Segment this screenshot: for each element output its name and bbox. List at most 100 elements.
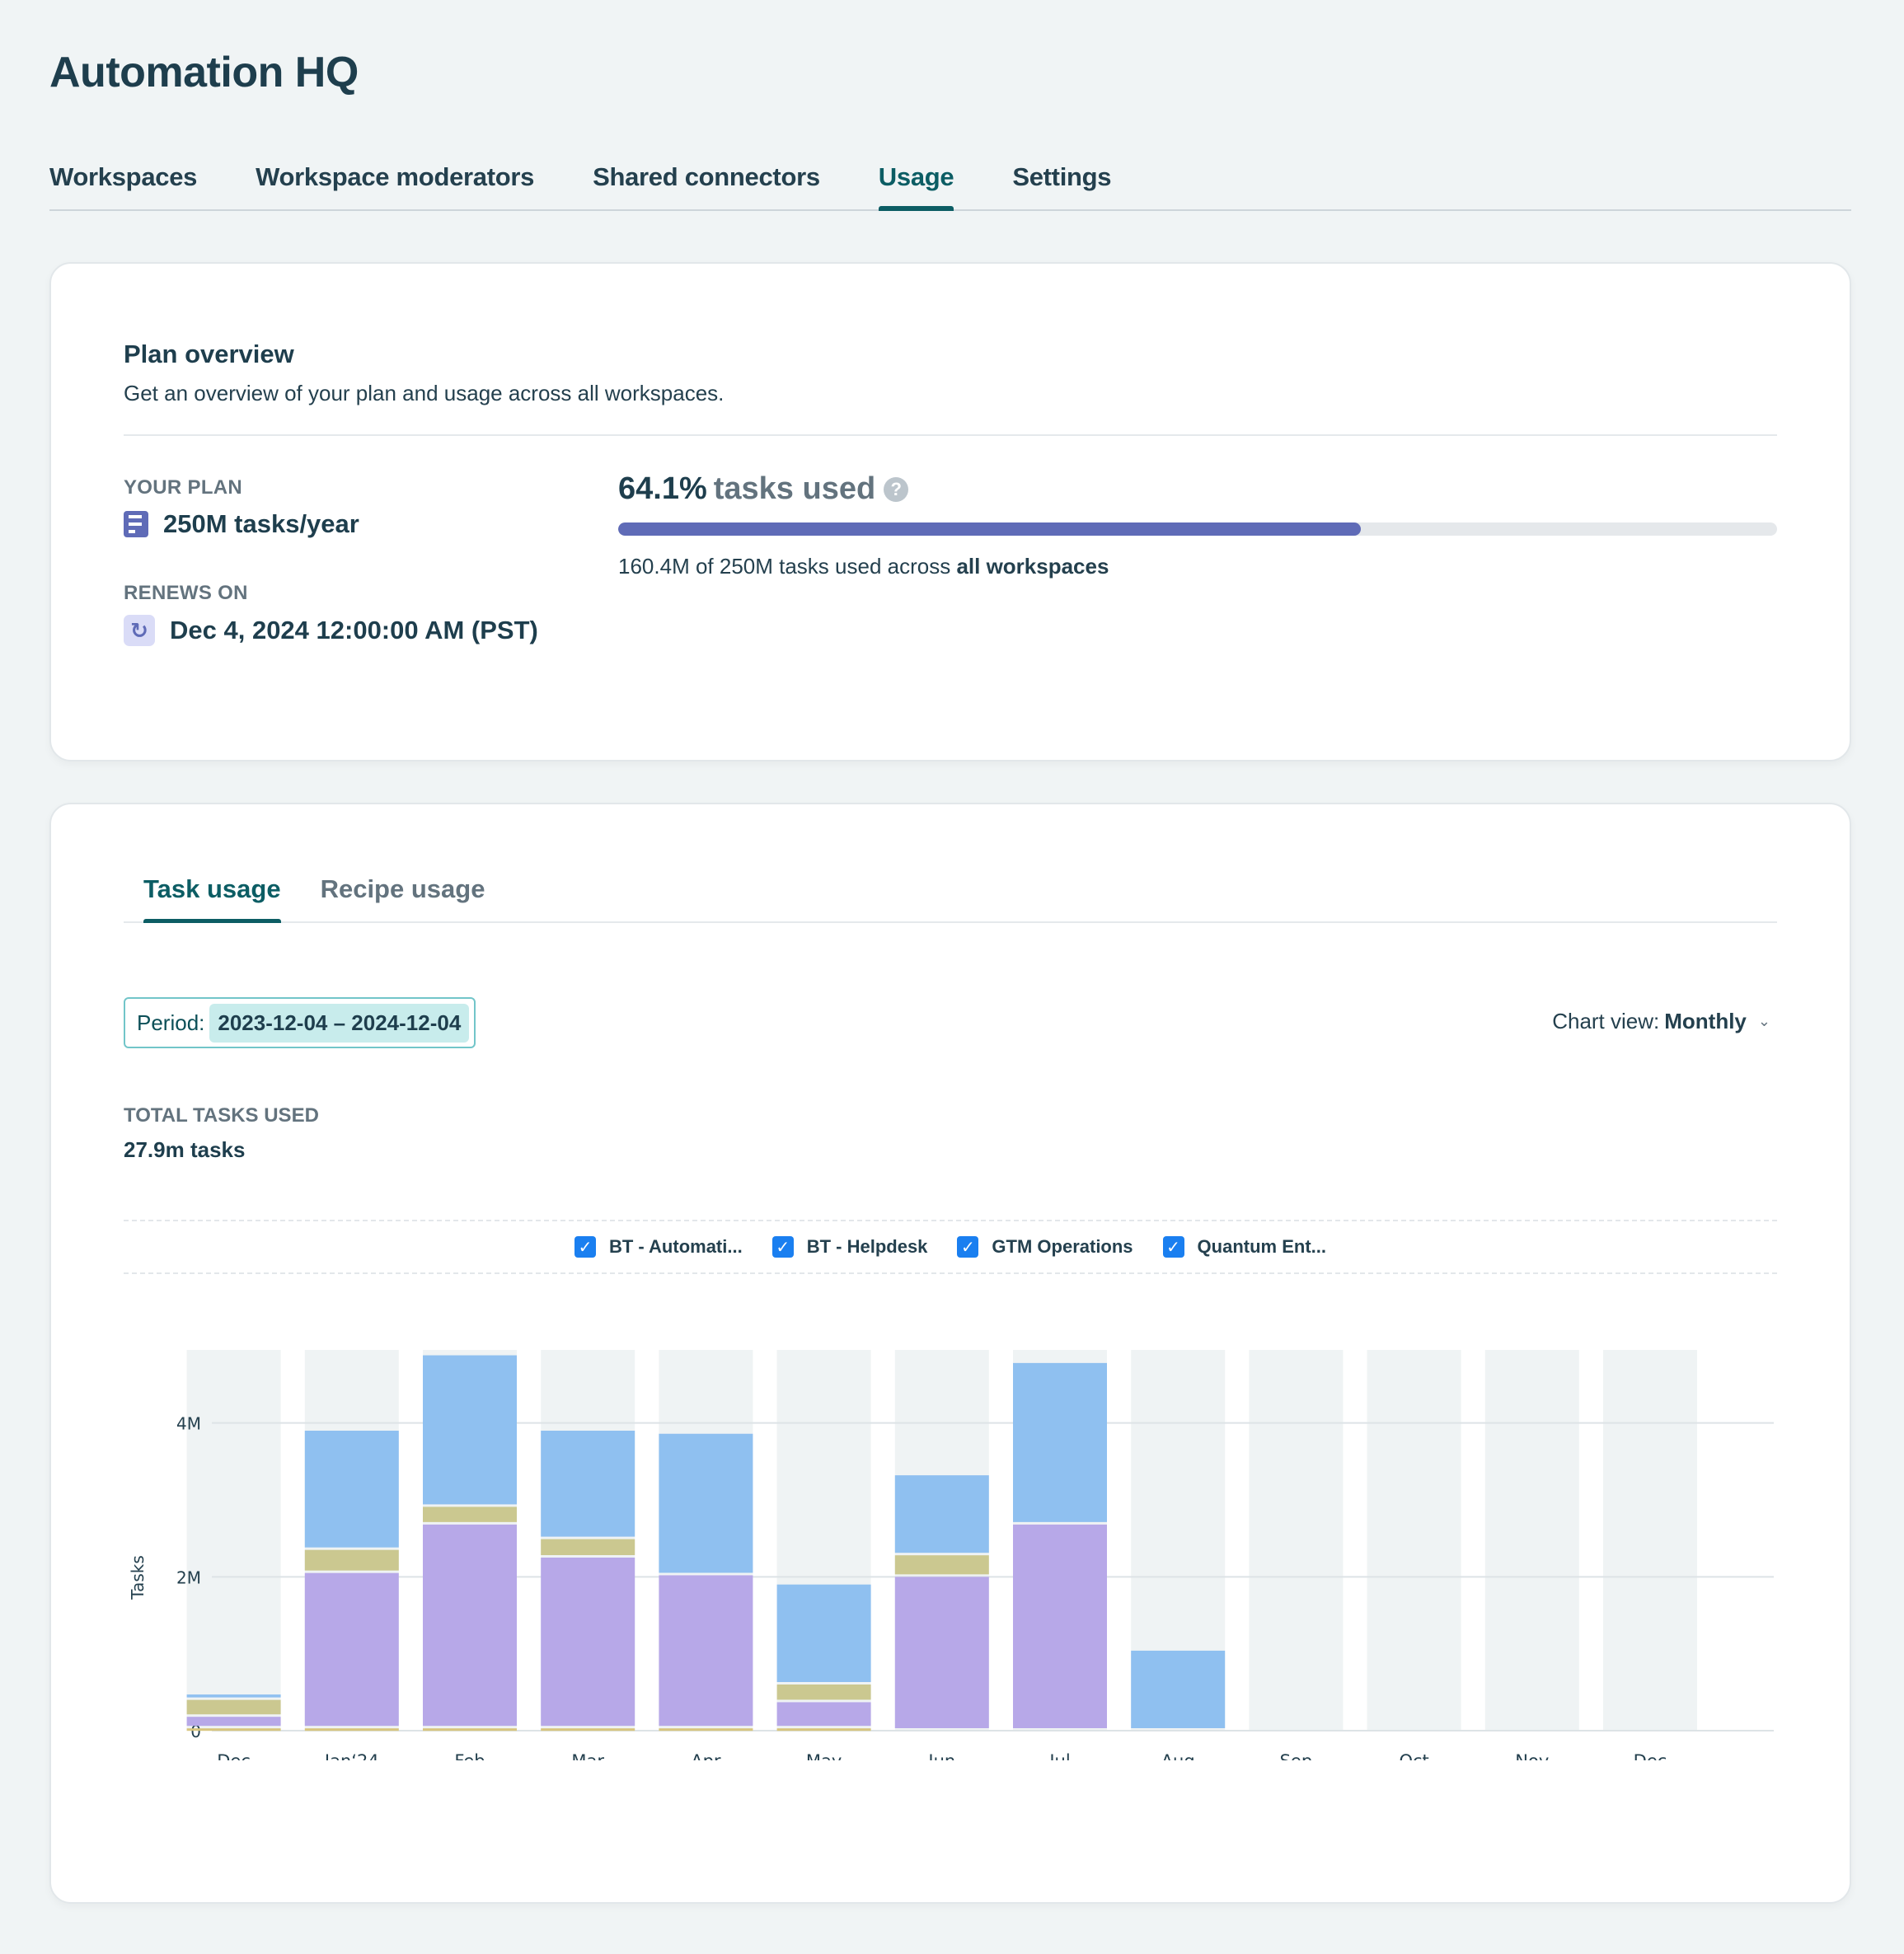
bar-segment-series-purple xyxy=(659,1575,753,1727)
bar-segment-series-purple xyxy=(423,1524,517,1727)
x-tick-label: Dec xyxy=(217,1751,251,1760)
bar-segment-series-purple xyxy=(776,1702,871,1727)
bar-segment-series-blue xyxy=(1013,1362,1107,1522)
renews-on-label: RENEWS ON xyxy=(124,582,248,604)
usage-card: Task usage Recipe usage Period: 2023-12-… xyxy=(49,803,1851,1904)
bar-segment-series-blue xyxy=(541,1431,635,1537)
bar-segment-series-purple xyxy=(894,1577,989,1728)
your-plan-label: YOUR PLAN xyxy=(124,476,243,499)
page-title: Automation HQ xyxy=(49,49,359,96)
bar-segment-series-gold xyxy=(304,1728,399,1731)
total-tasks-value: 27.9m tasks xyxy=(124,1137,246,1162)
tab-workspace-moderators[interactable]: Workspace moderators xyxy=(256,157,534,209)
x-tick-label: Jun xyxy=(926,1751,955,1760)
bar-segment-series-purple xyxy=(541,1558,635,1727)
task-usage-chart: 02M4MTasksDecJan‘24FebMarAprMayJunJulAug… xyxy=(128,1350,1774,1760)
usage-progress-bar xyxy=(618,522,1777,536)
x-tick-label: Aug xyxy=(1161,1751,1195,1760)
x-tick-label: Apr xyxy=(691,1751,721,1760)
plan-overview-title: Plan overview xyxy=(124,340,294,368)
bar-segment-series-blue xyxy=(1131,1650,1226,1728)
usage-word: tasks used xyxy=(713,471,876,506)
tab-task-usage[interactable]: Task usage xyxy=(143,867,281,923)
total-tasks-label: TOTAL TASKS USED xyxy=(124,1104,319,1127)
tab-shared-connectors[interactable]: Shared connectors xyxy=(593,157,820,209)
renews-date-text: Dec 4, 2024 12:00:00 AM (PST) xyxy=(170,616,538,644)
bar-segment-series-blue xyxy=(423,1355,517,1505)
bar-segment-series-khaki xyxy=(423,1507,517,1522)
x-tick-label: Oct xyxy=(1399,1751,1428,1760)
bar-segment-series-blue xyxy=(659,1433,753,1573)
tab-usage[interactable]: Usage xyxy=(878,157,954,211)
chart-view-value: Monthly xyxy=(1664,1009,1747,1033)
refresh-icon: ↻ xyxy=(124,615,155,646)
main-tabs: Workspaces Workspace moderators Shared c… xyxy=(49,157,1851,211)
checkbox-checked-icon[interactable]: ✓ xyxy=(1162,1236,1184,1258)
usage-tabs: Task usage Recipe usage xyxy=(124,867,1777,923)
renews-on-value: ↻ Dec 4, 2024 12:00:00 AM (PST) xyxy=(124,615,538,646)
bar-background-column xyxy=(1603,1350,1697,1731)
legend-label: BT - Automati... xyxy=(608,1236,743,1257)
usage-progress-fill xyxy=(618,522,1362,536)
bar-segment-series-gold xyxy=(659,1728,753,1731)
bar-segment-series-gold xyxy=(776,1728,871,1731)
x-tick-label: Dec xyxy=(1634,1751,1667,1760)
y-axis-label: Tasks xyxy=(128,1555,148,1600)
bar-background-column xyxy=(1367,1350,1461,1731)
x-tick-label: Jul xyxy=(1048,1751,1070,1760)
legend-item[interactable]: ✓ BT - Helpdesk xyxy=(771,1236,928,1258)
bar-background-column xyxy=(1249,1350,1344,1731)
bar-segment-series-blue xyxy=(894,1475,989,1553)
bar-segment-series-gold xyxy=(186,1728,281,1731)
legend-label: BT - Helpdesk xyxy=(806,1236,928,1257)
y-tick-label: 2M xyxy=(176,1567,201,1587)
plan-document-icon xyxy=(124,511,148,537)
bar-background-column xyxy=(186,1350,281,1731)
bar-segment-series-khaki xyxy=(541,1539,635,1555)
legend-item[interactable]: ✓ BT - Automati... xyxy=(574,1236,743,1258)
usage-detail-text: 160.4M of 250M tasks used across xyxy=(618,554,951,579)
bar-background-column xyxy=(1484,1350,1579,1731)
bar-segment-series-purple xyxy=(304,1572,399,1727)
legend-item[interactable]: ✓ GTM Operations xyxy=(957,1236,1133,1258)
legend-label: Quantum Ent... xyxy=(1197,1236,1326,1257)
plan-overview-card: Plan overview Get an overview of your pl… xyxy=(49,262,1851,761)
period-label: Period: xyxy=(137,1010,205,1035)
period-range: 2023-12-04 – 2024-12-04 xyxy=(209,1003,470,1043)
tab-workspaces[interactable]: Workspaces xyxy=(49,157,197,209)
tab-settings[interactable]: Settings xyxy=(1012,157,1111,209)
period-selector[interactable]: Period: 2023-12-04 – 2024-12-04 xyxy=(124,997,476,1048)
bar-segment-series-gold xyxy=(423,1728,517,1731)
bar-segment-series-blue xyxy=(776,1584,871,1682)
legend-item[interactable]: ✓ Quantum Ent... xyxy=(1162,1236,1326,1258)
bar-segment-series-khaki xyxy=(186,1699,281,1715)
chart-legend: ✓ BT - Automati... ✓ BT - Helpdesk ✓ GTM… xyxy=(124,1220,1777,1274)
bar-segment-series-purple xyxy=(186,1717,281,1727)
bar-segment-series-khaki xyxy=(304,1549,399,1571)
checkbox-checked-icon[interactable]: ✓ xyxy=(771,1236,794,1258)
bar-segment-series-blue xyxy=(304,1431,399,1548)
legend-label: GTM Operations xyxy=(992,1236,1133,1257)
chart-view-label: Chart view: xyxy=(1552,1009,1660,1033)
usage-detail: 160.4M of 250M tasks used across all wor… xyxy=(618,554,1109,579)
chart-view-dropdown[interactable]: Chart view: Monthly ⌄ xyxy=(1552,1009,1770,1034)
bar-segment-series-purple xyxy=(1013,1524,1107,1728)
plan-value-text: 250M tasks/year xyxy=(163,509,359,538)
divider xyxy=(124,434,1777,436)
x-tick-label: Sep xyxy=(1280,1751,1313,1760)
x-tick-label: Mar xyxy=(571,1751,604,1760)
bar-segment-series-khaki xyxy=(894,1555,989,1575)
bar-segment-series-gold xyxy=(541,1728,635,1731)
usage-headline: 64.1% tasks used ? xyxy=(618,471,909,507)
chevron-down-icon: ⌄ xyxy=(1757,1013,1770,1029)
your-plan-value: 250M tasks/year xyxy=(124,509,359,539)
checkbox-checked-icon[interactable]: ✓ xyxy=(574,1236,596,1258)
x-tick-label: Nov xyxy=(1515,1751,1549,1760)
usage-detail-scope: all workspaces xyxy=(956,554,1109,579)
question-circle-icon[interactable]: ? xyxy=(884,476,909,502)
checkbox-checked-icon[interactable]: ✓ xyxy=(957,1236,979,1258)
usage-percent: 64.1% xyxy=(618,471,707,506)
x-tick-label: Feb xyxy=(454,1751,485,1760)
tab-recipe-usage[interactable]: Recipe usage xyxy=(321,867,485,921)
bar-segment-series-blue xyxy=(186,1694,281,1698)
